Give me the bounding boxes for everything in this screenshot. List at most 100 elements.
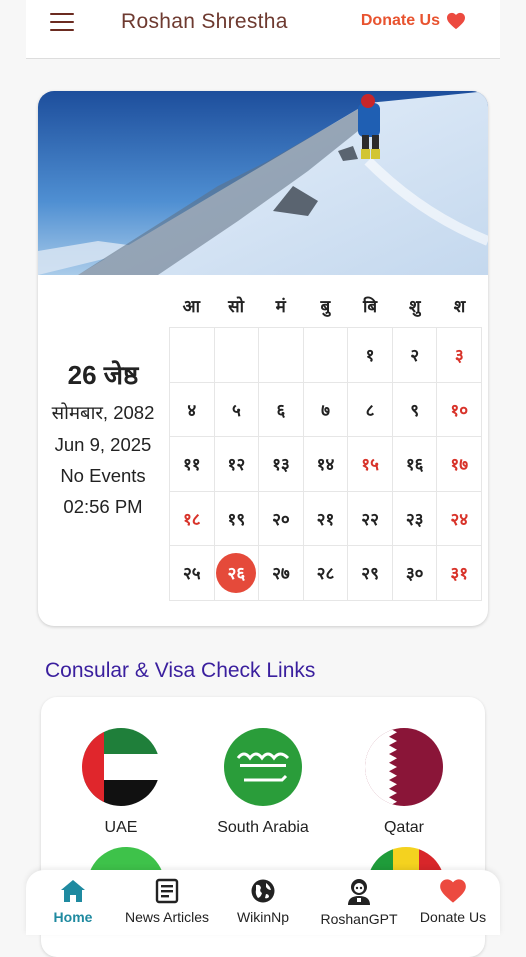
day-number: १० (450, 400, 469, 420)
heart-icon (447, 12, 465, 30)
nav-label: News Articles (124, 909, 210, 925)
weekday-label: बु (320, 297, 331, 316)
calendar-day[interactable]: १४ (303, 437, 349, 492)
heart-icon (440, 879, 466, 903)
calendar-day[interactable]: १८ (170, 491, 215, 546)
calendar-week-row: ११ १२ १३ १४ १५ १६ १७ (170, 437, 483, 492)
app-header: Roshan Shrestha Donate Us (26, 0, 500, 59)
nav-news-articles[interactable]: News Articles (122, 878, 212, 925)
calendar-day[interactable]: ३१ (437, 546, 483, 601)
country-link-uae[interactable]: UAE (51, 728, 191, 837)
day-number: २७ (272, 564, 290, 584)
selected-date-block: 26 जेष्ठ सोमबार, 2082 Jun 9, 2025 No Eve… (38, 356, 168, 527)
day-number: १८ (182, 509, 201, 529)
bot-icon (348, 879, 370, 905)
nav-label: RoshanGPT (320, 911, 398, 927)
day-number: २ (410, 346, 420, 366)
day-number: १४ (316, 455, 335, 475)
donate-label: Donate Us (360, 12, 440, 29)
calendar-day[interactable]: १० (437, 382, 483, 437)
calendar-day[interactable]: २२ (348, 491, 393, 546)
globe-icon (251, 879, 275, 903)
calendar-day[interactable]: ४ (170, 382, 215, 437)
nav-label: Home (53, 909, 93, 925)
calendar-day[interactable]: २१ (303, 491, 349, 546)
weekday-year: सोमबार, 2082 (51, 402, 155, 423)
calendar-day[interactable]: ६ (259, 382, 304, 437)
calendar-empty-day (170, 328, 215, 383)
calendar-day[interactable]: ११ (170, 437, 215, 492)
calendar-day[interactable]: २३ (392, 491, 438, 546)
day-number: २५ (182, 564, 201, 584)
saudi-flag-icon (224, 728, 302, 806)
calendar-day[interactable]: १५ (348, 437, 393, 492)
day-number: १५ (361, 455, 379, 475)
weekday-label: बि (363, 297, 378, 316)
day-number: ३० (405, 564, 424, 584)
nav-roshangpt[interactable]: RoshanGPT (316, 878, 402, 927)
day-number: २१ (316, 509, 335, 529)
day-number: १२ (227, 455, 246, 475)
app-title: Roshan Shrestha (121, 10, 288, 33)
day-number: ६ (276, 400, 286, 420)
nav-wikinnp[interactable]: WikinNp (231, 878, 295, 925)
calendar-day[interactable]: १ (348, 328, 393, 383)
nav-label: WikinNp (236, 909, 290, 925)
calendar-day[interactable]: २७ (259, 546, 304, 601)
calendar-day[interactable]: ३० (392, 546, 438, 601)
calendar-empty-day (303, 328, 349, 383)
events-status: No Events (60, 465, 146, 486)
weekday-label: आ (182, 297, 201, 316)
country-name: UAE (104, 819, 138, 836)
calendar-day[interactable]: ३ (437, 328, 483, 383)
nav-home[interactable]: Home (48, 878, 98, 925)
calendar-empty-day (214, 328, 260, 383)
country-name: South Arabia (217, 819, 309, 836)
country-link-saudi[interactable]: South Arabia (193, 728, 333, 837)
english-date: Jun 9, 2025 (54, 434, 152, 455)
nav-label: Donate Us (419, 909, 487, 925)
hamburger-menu-icon[interactable] (50, 13, 74, 32)
calendar-day[interactable]: २० (259, 491, 304, 546)
calendar-day[interactable]: १६ (392, 437, 438, 492)
country-link-qatar[interactable]: Qatar (334, 728, 474, 837)
day-number: ३१ (450, 564, 469, 584)
calendar-day[interactable]: ७ (303, 382, 349, 437)
day-number: ५ (231, 400, 241, 420)
day-number: १ (365, 346, 375, 366)
bottom-navigation: Home News Articles WikinNp RoshanGPT Don… (26, 870, 500, 935)
day-number: ३ (454, 346, 464, 366)
calendar-day[interactable]: २८ (303, 546, 349, 601)
calendar-grid: आ सो मं बु बि शु श १ २ ३ ४ ५ ६ ७ ८ ९ १० ११ १२ १३ १४ १५… (169, 287, 483, 601)
day-number: ४ (187, 400, 197, 420)
day-number: १३ (272, 455, 290, 475)
calendar-day[interactable]: २५ (170, 546, 215, 601)
nav-donate-us[interactable]: Donate Us (416, 878, 490, 925)
current-time: 02:56 PM (63, 496, 143, 517)
calendar-card: 26 जेष्ठ सोमबार, 2082 Jun 9, 2025 No Eve… (38, 91, 488, 626)
calendar-day[interactable]: ५ (214, 382, 260, 437)
calendar-day[interactable]: २६ (214, 546, 260, 601)
calendar-day[interactable]: २ (392, 328, 438, 383)
calendar-week-row: १ २ ३ (170, 328, 483, 383)
weekday-label: शु (409, 297, 421, 316)
calendar-day[interactable]: २४ (437, 491, 483, 546)
today-day-number: २६ (216, 552, 257, 593)
calendar-day[interactable]: १७ (437, 437, 483, 492)
consular-section-title: Consular & Visa Check Links (45, 659, 316, 682)
day-number: १६ (405, 455, 424, 475)
calendar-days: १ २ ३ ४ ५ ६ ७ ८ ९ १० ११ १२ १३ १४ १५ १६ १७ १८ १९ २० २१ २२ २३ २४ २… (169, 327, 483, 601)
calendar-week-row: १८ १९ २० २१ २२ २३ २४ (170, 491, 483, 546)
calendar-day[interactable]: १२ (214, 437, 260, 492)
calendar-day[interactable]: १९ (214, 491, 260, 546)
donate-button[interactable]: Donate Us (361, 12, 466, 30)
day-number: ८ (365, 400, 375, 420)
weekday-label: मं (275, 297, 286, 316)
day-number: २३ (405, 509, 424, 529)
calendar-day[interactable]: २९ (348, 546, 393, 601)
calendar-day[interactable]: १३ (259, 437, 304, 492)
calendar-day[interactable]: ९ (392, 382, 438, 437)
day-number: २० (272, 509, 290, 529)
calendar-day[interactable]: ८ (348, 382, 393, 437)
hero-mountain-image (38, 91, 488, 275)
